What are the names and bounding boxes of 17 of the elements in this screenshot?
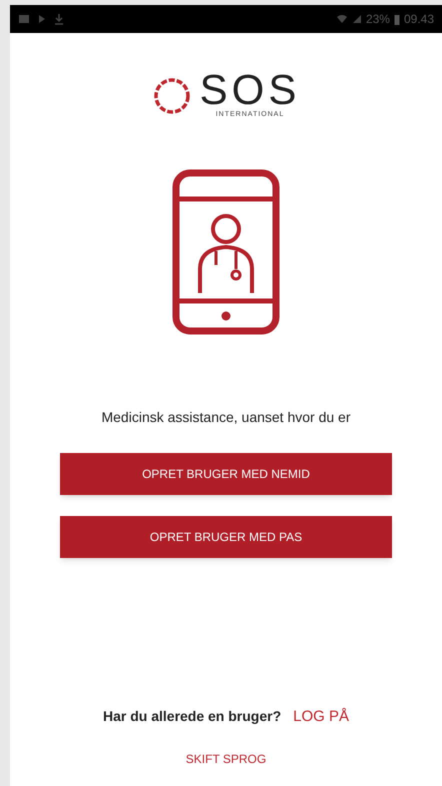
play-icon [38, 14, 46, 24]
login-question: Har du allerede en bruger? [102, 707, 282, 726]
download-icon [54, 13, 64, 25]
logo-ring-icon [152, 76, 192, 116]
login-link[interactable]: LOG PÅ [293, 706, 350, 728]
signal-icon [352, 14, 362, 24]
change-language-link[interactable]: SKIFT SPROG [186, 750, 266, 768]
create-account-button[interactable]: OPRET BRUGER MED NEMID [60, 452, 392, 494]
logo-wordmark: SOS [200, 72, 300, 108]
phone-doctor-icon [172, 168, 280, 334]
battery-icon [394, 14, 400, 24]
battery-percent: 23% [366, 11, 390, 28]
tagline: Medicinsk assistance, uanset hvor du er [100, 408, 352, 426]
clock-time: 09.43 [404, 11, 434, 28]
create-account-button[interactable]: OPRET BRUGER MED PAS [60, 516, 392, 558]
wifi-icon [336, 14, 348, 24]
notification-icon [18, 14, 30, 24]
